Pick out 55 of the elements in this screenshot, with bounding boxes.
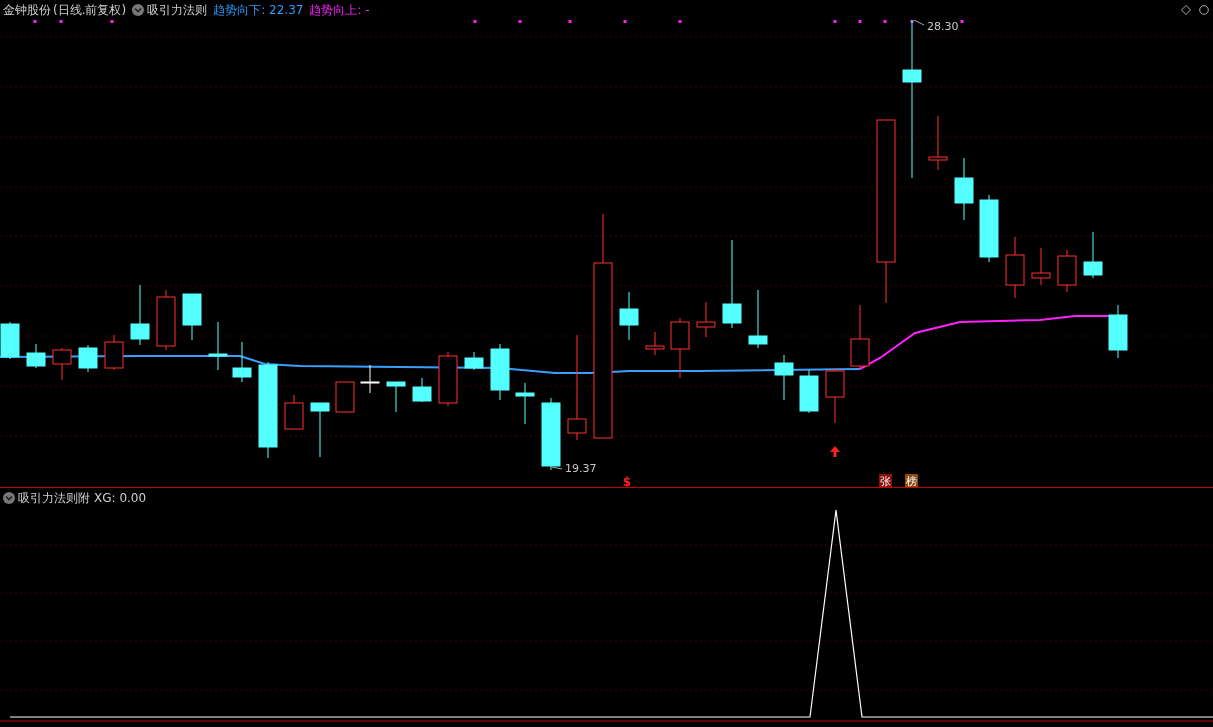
trend-down-value: 趋势向下: 22.37: [213, 1, 304, 19]
candle: [799, 369, 819, 414]
candle: [979, 194, 999, 263]
chevron-down-icon[interactable]: [132, 4, 145, 16]
indicator-reading: XG: 0.00: [94, 491, 147, 505]
diamond-icon[interactable]: [1181, 5, 1191, 15]
candle: [156, 289, 176, 351]
candle: [386, 381, 406, 413]
candle: [670, 317, 690, 379]
period-label: (日线.前复权): [53, 1, 127, 19]
candle: [1057, 249, 1077, 293]
candle: [0, 321, 20, 360]
candle: [645, 331, 665, 356]
candle: [825, 367, 845, 424]
candle: [78, 344, 98, 373]
candle: [1108, 304, 1128, 359]
signal-badge: 榜: [905, 474, 918, 487]
candle: [748, 289, 768, 349]
stock-name: 金钟股份: [3, 1, 51, 19]
candle: [438, 351, 458, 407]
leader-line: [913, 20, 925, 26]
candle: [515, 382, 535, 425]
circle-icon[interactable]: [1199, 5, 1209, 15]
candle: [1083, 231, 1103, 279]
candle: [464, 351, 484, 371]
candle: [26, 343, 46, 369]
candle: [104, 334, 124, 371]
candle: [490, 343, 510, 401]
candle: [208, 321, 228, 371]
leader-line: [551, 466, 563, 470]
low-price-label: 19.37: [565, 462, 597, 475]
candle: [928, 115, 948, 171]
candle: [1031, 247, 1051, 286]
high-price-label: 28.30: [927, 20, 959, 33]
dollar-marker: $: [622, 475, 632, 487]
candle: [52, 347, 72, 381]
candle: [360, 364, 380, 394]
candle: [954, 157, 974, 221]
candle: [696, 301, 716, 338]
chevron-down-icon[interactable]: [3, 492, 15, 504]
indicator-name: 吸引力法则附: [18, 489, 90, 507]
candle: [412, 377, 432, 403]
candle: [774, 354, 794, 401]
candle: [310, 402, 330, 458]
candle: [182, 293, 202, 341]
indicator-name: 吸引力法则: [147, 1, 208, 19]
candle: [130, 284, 150, 346]
trend-up-value: 趋势向上: -: [309, 1, 370, 19]
candle: [850, 304, 870, 369]
candle: [232, 341, 252, 383]
candle: [1005, 236, 1025, 299]
candle: [284, 394, 304, 430]
signal-badge: 张: [879, 474, 892, 487]
candle: [335, 381, 355, 413]
candle: [619, 291, 639, 341]
